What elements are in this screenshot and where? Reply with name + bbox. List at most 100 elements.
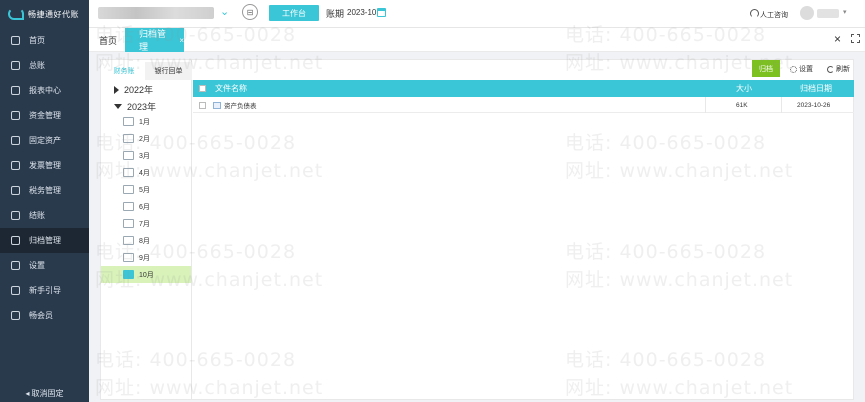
headset-icon[interactable] — [750, 9, 759, 18]
sidebar-item-vip[interactable]: 畅会员 — [0, 303, 89, 328]
refresh-label: 刷新 — [836, 66, 850, 73]
tree-month[interactable]: 5月 — [101, 181, 191, 198]
month-label: 8月 — [139, 237, 150, 245]
folder-icon — [123, 185, 134, 194]
refresh-icon — [827, 65, 834, 73]
tree-month[interactable]: 2月 — [101, 130, 191, 147]
chevron-down-icon[interactable]: ⌄ — [220, 5, 229, 18]
calendar-icon[interactable] — [377, 8, 386, 17]
sidebar-item-label: 资金管理 — [29, 111, 61, 120]
sidebar-item-settings[interactable]: 设置 — [0, 253, 89, 278]
sidebar-item-assets[interactable]: 固定资产 — [0, 128, 89, 153]
file-icon — [213, 101, 221, 109]
tree-year-2023[interactable]: 2023年 — [114, 100, 156, 113]
row-checkbox[interactable] — [199, 97, 206, 113]
sidebar-item-label: 发票管理 — [29, 161, 61, 170]
organization-icon[interactable]: ⊟ — [242, 4, 258, 20]
refresh-button[interactable]: 刷新 — [827, 64, 850, 74]
sidebar-item-archive[interactable]: 归档管理 — [0, 228, 89, 253]
month-label: 1月 — [139, 118, 150, 126]
table-row[interactable]: 资产负债表 61K 2023-10-26 — [193, 97, 854, 113]
tab-bank-receipts[interactable]: 银行回单 — [145, 62, 192, 80]
file-name-cell[interactable]: 资产负债表 — [213, 97, 257, 113]
home-icon — [11, 36, 20, 45]
tree-month-selected[interactable]: 10月 — [101, 266, 191, 283]
sidebar-item-ledger[interactable]: 总账 — [0, 53, 89, 78]
tree-month[interactable]: 1月 — [101, 113, 191, 130]
col-header-size: 大小 — [736, 84, 752, 93]
tab-label: 归档管理 — [139, 29, 167, 52]
tab-home[interactable]: 首页 — [99, 34, 117, 47]
tree-month[interactable]: 9月 — [101, 249, 191, 266]
tab-finance-books[interactable]: 财务账 — [106, 62, 142, 80]
ledger-icon — [11, 61, 20, 70]
avatar[interactable] — [800, 6, 814, 20]
tree-month[interactable]: 3月 — [101, 147, 191, 164]
settings-button[interactable]: 设置 — [790, 64, 813, 74]
checkbox-icon — [199, 101, 206, 109]
app-logo[interactable]: 畅捷通好代账 — [0, 0, 89, 28]
archive-panel: 财务账 银行回单 2022年 2023年 1月 2月 3月 4月 5月 6月 7… — [100, 59, 854, 400]
sidebar-item-label: 新手引导 — [29, 286, 61, 295]
sidebar-item-label: 首页 — [29, 36, 45, 45]
archive-icon — [11, 236, 20, 245]
folder-icon — [123, 219, 134, 228]
sidebar-item-tax[interactable]: 税务管理 — [0, 178, 89, 203]
tab-archive[interactable]: 归档管理 × — [125, 28, 184, 52]
asset-icon — [11, 136, 20, 145]
sidebar-item-home[interactable]: 首页 — [0, 28, 89, 53]
caret-right-icon — [114, 85, 119, 94]
service-link[interactable]: 人工咨询 — [760, 10, 788, 20]
top-bar: 畅捷通好代账 ⌄ ⊟ 工作台 账期 2023-10 人工咨询 ▾ — [0, 0, 865, 28]
close-icon[interactable]: × — [179, 36, 184, 45]
archive-table: 文件名称 大小 归档日期 资产负债表 61K 2023-10-26 — [193, 80, 854, 113]
fullscreen-icon[interactable] — [851, 34, 860, 43]
sidebar-item-label: 税务管理 — [29, 186, 61, 195]
table-header: 文件名称 大小 归档日期 — [193, 80, 854, 97]
tree-month[interactable]: 4月 — [101, 164, 191, 181]
collapse-label: 取消固定 — [31, 389, 64, 398]
sidebar: 首页 总账 报表中心 资金管理 固定资产 发票管理 税务管理 结账 归档管理 设… — [0, 28, 89, 402]
collapse-sidebar-button[interactable]: ◂ 取消固定 — [0, 385, 89, 402]
close-all-tabs-icon[interactable]: × — [834, 32, 841, 46]
settings-label: 设置 — [799, 66, 813, 73]
tree-month[interactable]: 6月 — [101, 198, 191, 215]
company-name-redacted[interactable] — [98, 7, 214, 19]
chart-icon — [11, 86, 20, 95]
tree-month[interactable]: 8月 — [101, 232, 191, 249]
col-header-name: 文件名称 — [215, 84, 247, 93]
file-size-cell: 61K — [736, 101, 748, 109]
sidebar-item-label: 固定资产 — [29, 136, 61, 145]
fund-icon — [11, 111, 20, 120]
user-name-redacted[interactable] — [817, 9, 839, 18]
year-label: 2022年 — [124, 85, 154, 95]
sidebar-item-invoices[interactable]: 发票管理 — [0, 153, 89, 178]
sidebar-item-reports[interactable]: 报表中心 — [0, 78, 89, 103]
archive-button[interactable]: 归档 — [752, 60, 780, 77]
tax-icon — [11, 186, 20, 195]
period-label: 账期 — [326, 9, 345, 19]
tree-month[interactable]: 7月 — [101, 215, 191, 232]
sidebar-item-label: 总账 — [29, 61, 45, 70]
tree-year-2022[interactable]: 2022年 — [114, 83, 153, 96]
archive-date-cell: 2023-10-26 — [797, 101, 831, 109]
period-value[interactable]: 2023-10 — [347, 8, 376, 17]
folder-icon — [123, 168, 134, 177]
chevron-down-icon[interactable]: ▾ — [843, 8, 847, 16]
arrow-left-icon: ◂ — [25, 389, 30, 398]
year-label: 2023年 — [127, 102, 157, 112]
month-label: 7月 — [139, 220, 150, 228]
select-all-checkbox[interactable] — [199, 80, 206, 97]
sidebar-item-label: 畅会员 — [29, 311, 53, 320]
gear-icon — [11, 261, 20, 270]
workbench-button[interactable]: 工作台 — [269, 5, 319, 21]
sidebar-item-funds[interactable]: 资金管理 — [0, 103, 89, 128]
sidebar-item-guide[interactable]: 新手引导 — [0, 278, 89, 303]
column-divider — [781, 97, 782, 113]
checkbox-icon — [199, 85, 206, 92]
month-label: 10月 — [139, 271, 154, 279]
sidebar-item-close-books[interactable]: 结账 — [0, 203, 89, 228]
sidebar-item-label: 报表中心 — [29, 86, 61, 95]
caret-down-icon — [114, 104, 122, 109]
month-label: 6月 — [139, 203, 150, 211]
